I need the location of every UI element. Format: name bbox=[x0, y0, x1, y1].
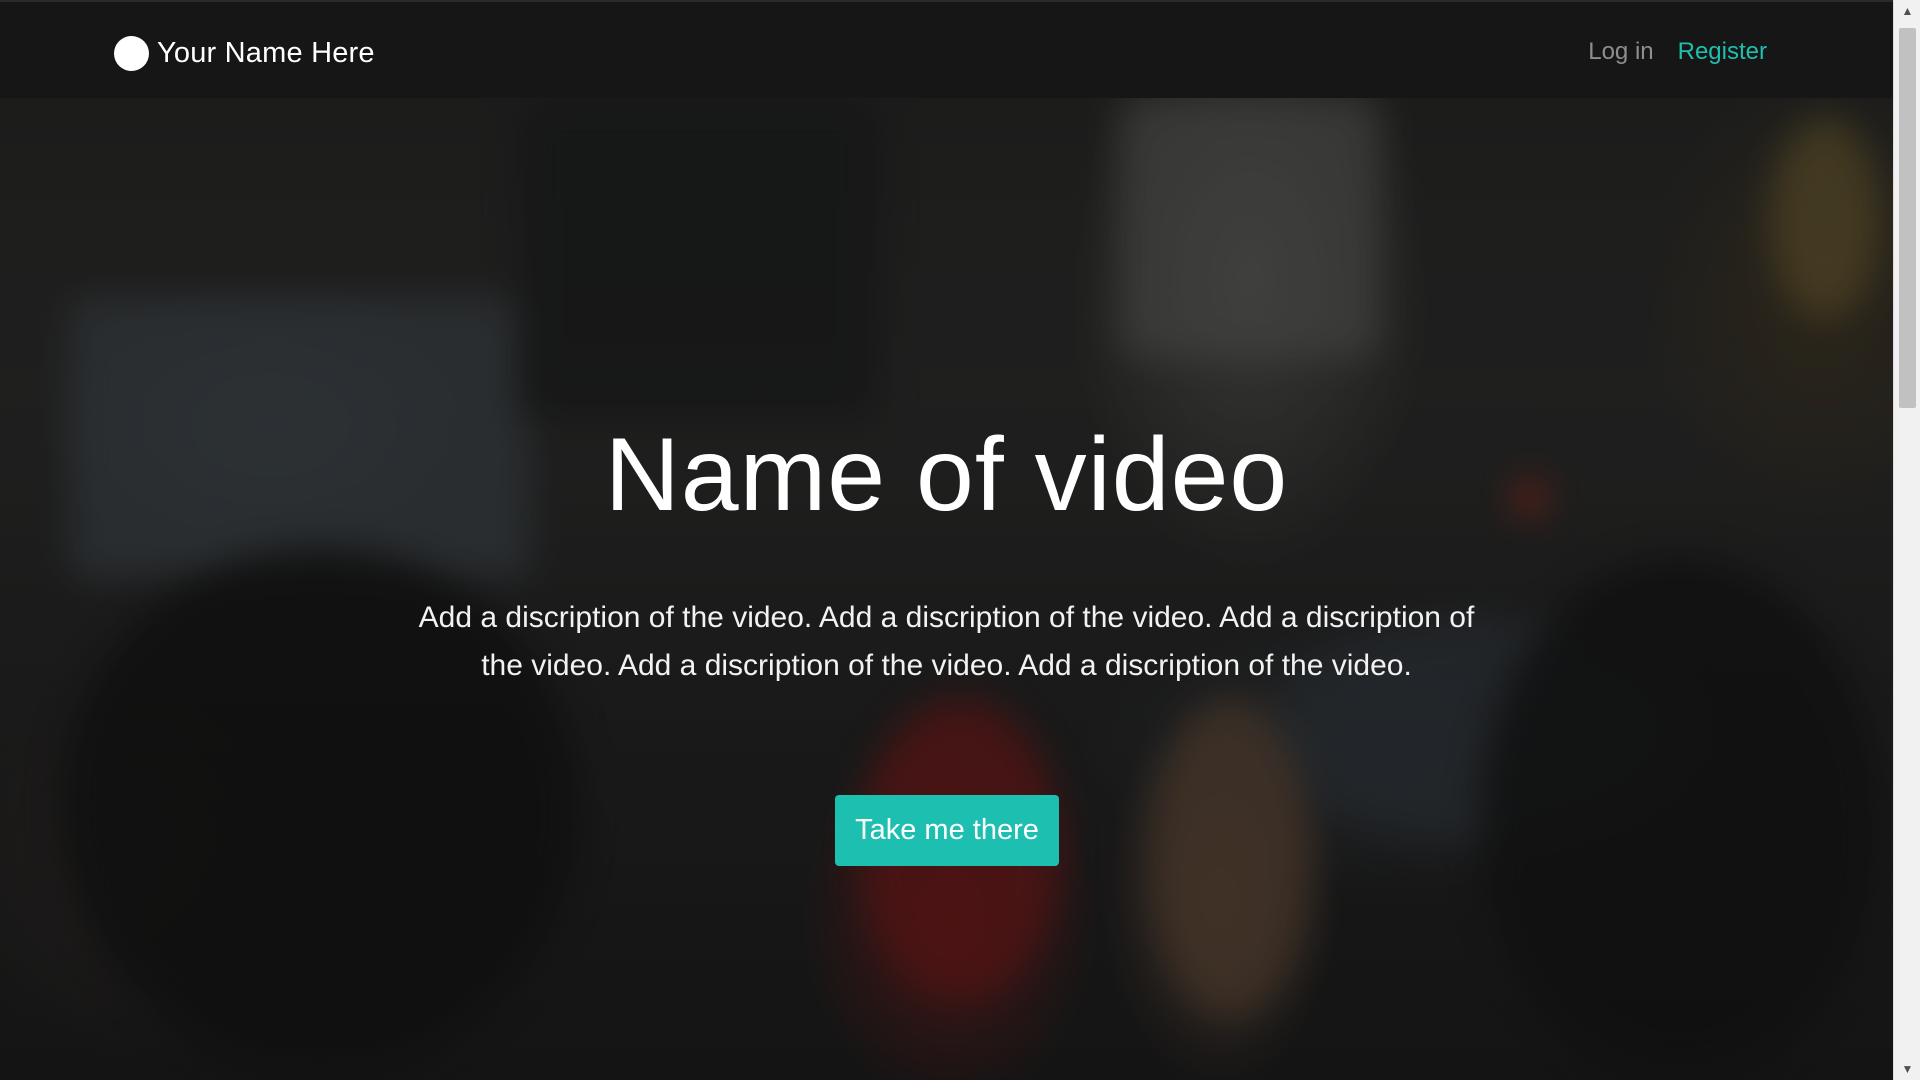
chevron-down-icon[interactable]: ▼ bbox=[1894, 1058, 1920, 1080]
login-link[interactable]: Log in bbox=[1588, 38, 1653, 66]
vertical-scrollbar[interactable]: ▲ ▼ bbox=[1893, 0, 1920, 1080]
top-navbar: Your Name Here Log in Register bbox=[0, 0, 1893, 98]
register-link[interactable]: Register bbox=[1678, 38, 1767, 66]
hero-content: Name of video Add a discription of the v… bbox=[0, 98, 1893, 1080]
auth-links: Log in Register bbox=[1588, 38, 1767, 66]
video-description: Add a discription of the video. Add a di… bbox=[418, 601, 1475, 682]
video-title: Name of video bbox=[604, 417, 1289, 533]
brand-link[interactable]: Your Name Here bbox=[114, 36, 375, 71]
circle-logo-icon bbox=[114, 36, 149, 71]
brand-name: Your Name Here bbox=[157, 37, 375, 69]
chevron-up-icon[interactable]: ▲ bbox=[1894, 0, 1920, 22]
page-viewport: Name of video Add a discription of the v… bbox=[0, 0, 1893, 1080]
hero-video-background: Name of video Add a discription of the v… bbox=[0, 98, 1893, 1080]
take-me-there-button[interactable]: Take me there bbox=[835, 795, 1059, 866]
scrollbar-thumb[interactable] bbox=[1899, 28, 1916, 408]
